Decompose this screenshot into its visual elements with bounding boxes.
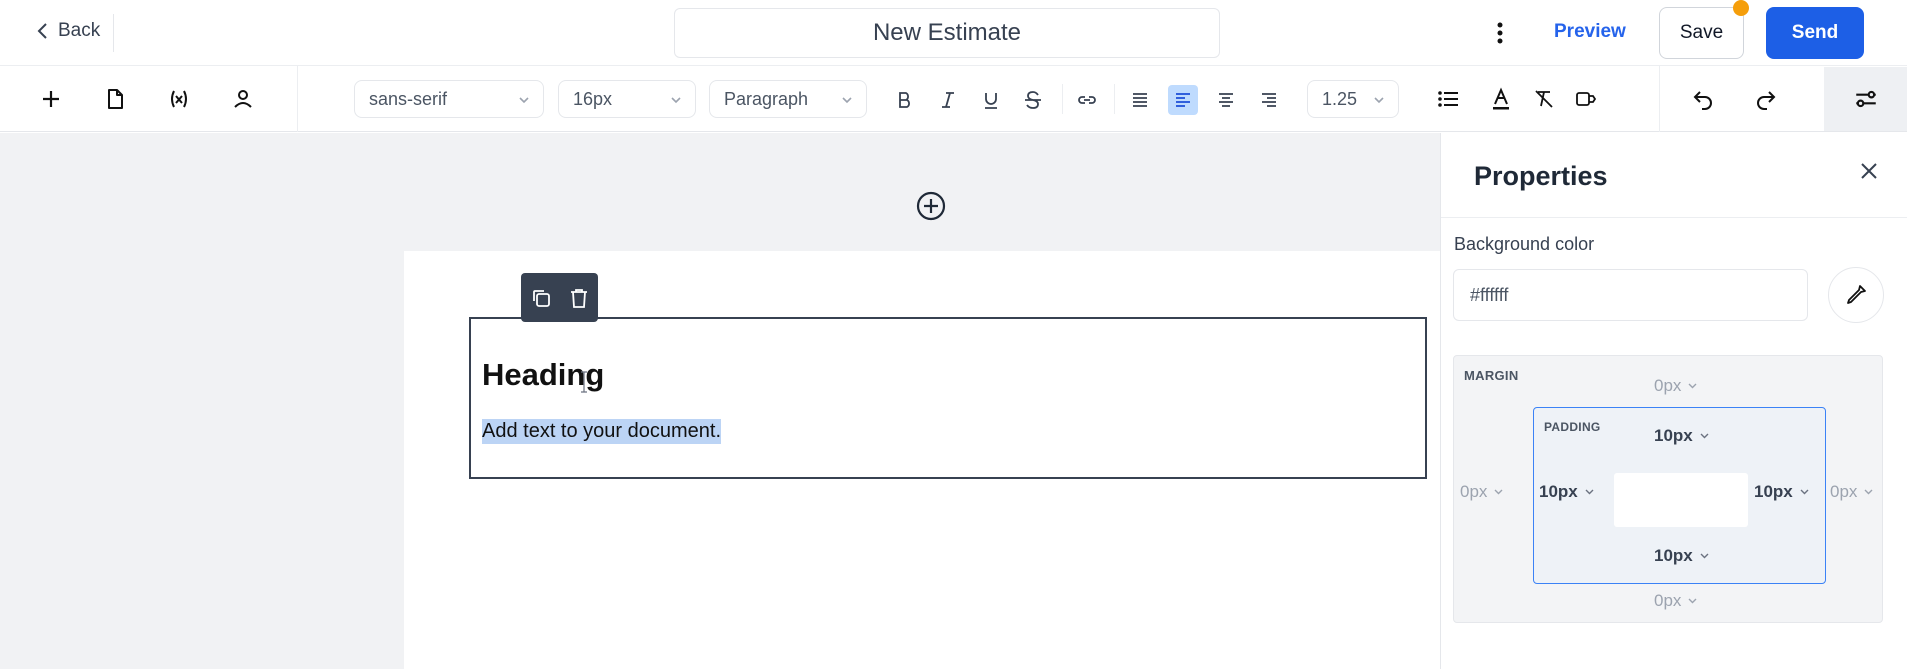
- settings-sliders-icon: [1856, 90, 1876, 108]
- chevron-down-icon: [519, 97, 529, 104]
- chevron-down-icon: [1864, 489, 1873, 495]
- eyedropper-icon[interactable]: [1828, 267, 1884, 323]
- send-button[interactable]: Send: [1766, 7, 1864, 59]
- margin-left-value: 0px: [1460, 482, 1488, 501]
- divider: [1114, 84, 1115, 114]
- margin-top-value: 0px: [1654, 376, 1682, 395]
- font-family-value: sans-serif: [369, 88, 448, 109]
- undo-icon[interactable]: [1687, 83, 1719, 115]
- margin-right-select[interactable]: 0px: [1830, 482, 1874, 502]
- link-icon[interactable]: [1072, 85, 1102, 115]
- bold-icon[interactable]: [890, 85, 920, 115]
- underline-icon[interactable]: [976, 85, 1006, 115]
- margin-right-value: 0px: [1830, 482, 1858, 501]
- background-color-label: Background color: [1454, 234, 1595, 254]
- font-size-value: 16px: [573, 88, 613, 109]
- padding-box: PADDING 10px 10px 10px 10px: [1533, 407, 1826, 584]
- chevron-down-icon: [1688, 598, 1697, 604]
- background-color-input[interactable]: #ffffff: [1453, 269, 1808, 321]
- save-button[interactable]: Save: [1659, 7, 1744, 59]
- duplicate-icon[interactable]: [528, 285, 554, 311]
- italic-icon[interactable]: [933, 85, 963, 115]
- padding-left-value: 10px: [1539, 482, 1578, 501]
- divider: [1062, 84, 1063, 114]
- variable-icon[interactable]: [163, 83, 195, 115]
- document-icon[interactable]: [99, 83, 131, 115]
- block-body-text[interactable]: Add text to your document.: [482, 419, 722, 444]
- box-model-editor: MARGIN 0px 0px 0px 0px PADDING 10px 10px: [1453, 355, 1883, 623]
- list-icon[interactable]: [1432, 83, 1464, 115]
- back-label: Back: [58, 20, 101, 41]
- margin-label: MARGIN: [1464, 368, 1519, 383]
- padding-bottom-value: 10px: [1654, 546, 1693, 565]
- align-center-icon[interactable]: [1211, 85, 1241, 115]
- block-type-value: Paragraph: [724, 88, 809, 109]
- top-header: Back New Estimate Preview Save Send: [0, 0, 1907, 66]
- padding-top-value: 10px: [1654, 426, 1693, 445]
- document-title-input[interactable]: New Estimate: [674, 8, 1220, 58]
- clear-format-icon[interactable]: [1528, 83, 1560, 115]
- panel-title: Properties: [1474, 161, 1608, 191]
- more-options-icon[interactable]: [1487, 18, 1513, 48]
- chevron-down-icon: [1585, 489, 1594, 495]
- add-block-icon[interactable]: [915, 190, 947, 222]
- divider: [297, 66, 298, 132]
- divider: [1659, 66, 1660, 132]
- chevron-down-icon: [1374, 97, 1384, 104]
- text-color-icon[interactable]: [1485, 83, 1517, 115]
- chevron-down-icon: [671, 97, 681, 104]
- padding-bottom-select[interactable]: 10px: [1654, 546, 1710, 566]
- chevron-left-icon: [37, 23, 47, 39]
- font-size-select[interactable]: 16px: [558, 80, 696, 118]
- chevron-down-icon: [1700, 553, 1709, 559]
- margin-bottom-value: 0px: [1654, 591, 1682, 610]
- block-actions-toolbar: [521, 273, 598, 322]
- margin-left-select[interactable]: 0px: [1460, 482, 1504, 502]
- redo-icon[interactable]: [1750, 83, 1782, 115]
- block-type-select[interactable]: Paragraph: [709, 80, 867, 118]
- chevron-down-icon: [1494, 489, 1503, 495]
- padding-right-select[interactable]: 10px: [1754, 482, 1810, 502]
- margin-bottom-select[interactable]: 0px: [1654, 591, 1698, 611]
- align-right-icon[interactable]: [1254, 85, 1284, 115]
- padding-label: PADDING: [1544, 420, 1601, 434]
- padding-left-select[interactable]: 10px: [1539, 482, 1595, 502]
- divider: [1441, 217, 1907, 218]
- font-family-select[interactable]: sans-serif: [354, 80, 544, 118]
- padding-top-select[interactable]: 10px: [1654, 426, 1710, 446]
- align-left-icon[interactable]: [1168, 85, 1198, 115]
- preview-button[interactable]: Preview: [1554, 21, 1626, 43]
- text-block[interactable]: Heading Add text to your document.: [469, 317, 1427, 479]
- back-button[interactable]: Back: [36, 20, 100, 42]
- chevron-down-icon: [1688, 383, 1697, 389]
- divider: [113, 14, 114, 52]
- chevron-down-icon: [1700, 433, 1709, 439]
- user-icon[interactable]: [227, 83, 259, 115]
- strikethrough-icon[interactable]: [1018, 85, 1048, 115]
- padding-right-value: 10px: [1754, 482, 1793, 501]
- align-justify-icon[interactable]: [1125, 85, 1155, 115]
- line-height-value: 1.25: [1322, 88, 1358, 109]
- close-icon[interactable]: [1853, 155, 1885, 187]
- line-height-select[interactable]: 1.25: [1307, 80, 1399, 118]
- merge-tag-icon[interactable]: [1570, 83, 1602, 115]
- chevron-down-icon: [842, 97, 852, 104]
- properties-toggle[interactable]: [1824, 67, 1907, 131]
- text-cursor-icon: [581, 371, 587, 393]
- editor-toolbar: sans-serif 16px Paragraph 1.25: [0, 66, 1907, 132]
- unsaved-indicator: [1733, 0, 1749, 16]
- properties-panel: Properties Background color #ffffff MARG…: [1440, 133, 1907, 669]
- plus-icon[interactable]: [35, 83, 67, 115]
- content-box: [1614, 473, 1748, 527]
- margin-top-select[interactable]: 0px: [1654, 376, 1698, 396]
- delete-icon[interactable]: [566, 285, 592, 311]
- chevron-down-icon: [1800, 489, 1809, 495]
